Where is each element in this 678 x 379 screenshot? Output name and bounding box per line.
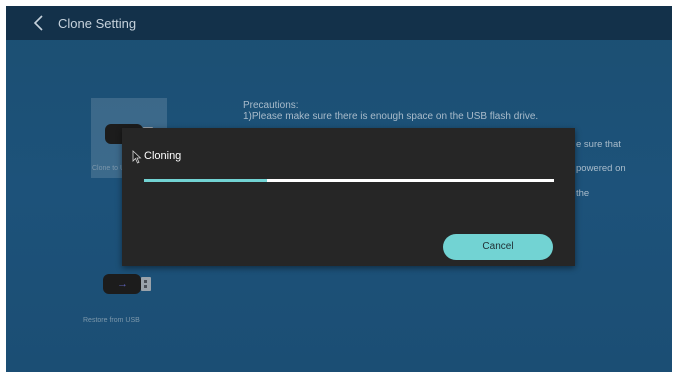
chevron-left-icon[interactable] (32, 14, 46, 32)
precaution-item: 1)Please make sure there is enough space… (243, 111, 539, 122)
progress-fill (144, 179, 267, 182)
dialog-title: Cloning (144, 150, 182, 162)
clone-progress-bar (144, 179, 554, 182)
precautions-title: Precautions: (243, 100, 299, 111)
restore-tile-label: Restore from USB (83, 317, 140, 324)
usb-drive-icon[interactable]: → (103, 274, 153, 294)
precautions-text: Precautions: 1)Please make sure there is… (243, 100, 538, 122)
cloning-dialog: Cloning Cancel (122, 128, 575, 266)
cancel-button[interactable]: Cancel (443, 234, 553, 260)
precaution-fragment: the (576, 188, 590, 199)
precaution-fragment: e sure that (576, 139, 621, 150)
top-bar: Clone Setting (6, 6, 672, 40)
page-title: Clone Setting (58, 16, 137, 31)
precaution-fragment: powered on (576, 163, 626, 174)
mouse-cursor-icon (132, 150, 142, 164)
screen: Clone Setting Clone to USB → Restore fro… (6, 6, 672, 372)
